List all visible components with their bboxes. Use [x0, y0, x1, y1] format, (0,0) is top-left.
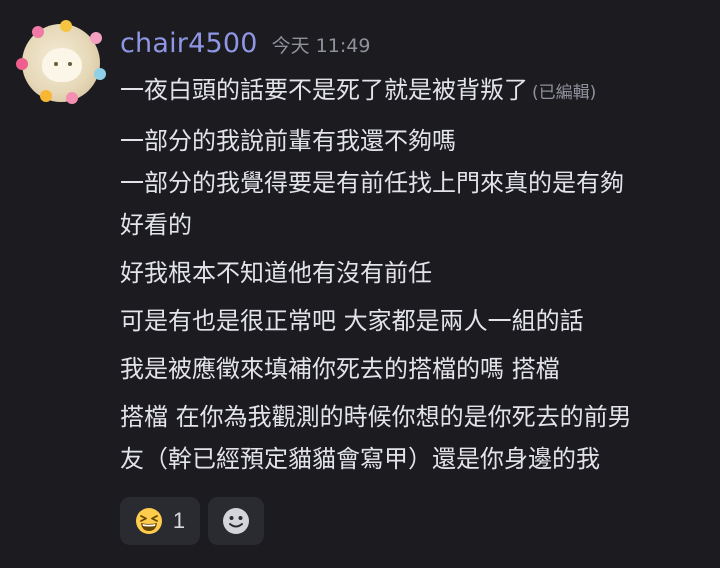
- flower-decoration-icon: [66, 92, 78, 104]
- message-line: 友（幹已經預定貓貓會寫甲）還是你身邊的我: [120, 445, 600, 473]
- avatar-eye-left: [54, 62, 58, 66]
- edited-label: (已編輯): [532, 83, 597, 103]
- message-line: 一夜白頭的話要不是死了就是被背叛了 (已編輯): [120, 74, 710, 109]
- grinning-squinting-face-icon: [135, 508, 162, 534]
- chat-message: chair4500 今天 11:49 一夜白頭的話要不是死了就是被背叛了 (已編輯…: [0, 0, 720, 568]
- reaction-laughing[interactable]: 1: [120, 497, 200, 545]
- avatar-eye-right: [68, 62, 72, 66]
- message-line: 一部分的我覺得要是有前任找上門來真的是有夠: [120, 169, 624, 197]
- message-line: 一部分的我說前輩有我還不夠嗎: [120, 127, 456, 155]
- flower-decoration-icon: [94, 68, 106, 80]
- message-header: chair4500 今天 11:49: [120, 28, 370, 64]
- flower-decoration-icon: [90, 32, 102, 44]
- message-line: 搭檔 在你為我觀測的時候你想的是你死去的前男: [120, 403, 632, 431]
- timestamp[interactable]: 今天 11:49: [272, 31, 371, 58]
- message-line: 我是被應徵來填補你死去的搭檔的嗎 搭檔: [120, 355, 560, 383]
- flower-decoration-icon: [60, 20, 72, 32]
- username[interactable]: chair4500: [120, 28, 258, 59]
- reactions-bar: 1: [120, 497, 264, 545]
- message-line: 好看的: [120, 211, 192, 239]
- add-reaction-icon: [223, 508, 249, 534]
- avatar-face: [42, 48, 82, 82]
- avatar[interactable]: [14, 20, 106, 104]
- message-line: 好我根本不知道他有沒有前任: [120, 259, 432, 287]
- flower-decoration-icon: [32, 26, 44, 38]
- reaction-count: 1: [172, 508, 186, 533]
- add-reaction-button[interactable]: [208, 497, 264, 545]
- flower-decoration-icon: [40, 90, 52, 102]
- message-line-text: 一夜白頭的話要不是死了就是被背叛了: [120, 76, 528, 104]
- message-line: 可是有也是很正常吧 大家都是兩人一組的話: [120, 307, 584, 335]
- message-body: 一夜白頭的話要不是死了就是被背叛了 (已編輯) 一部分的我說前輩有我還不夠嗎 一部…: [120, 74, 710, 475]
- flower-decoration-icon: [16, 58, 28, 70]
